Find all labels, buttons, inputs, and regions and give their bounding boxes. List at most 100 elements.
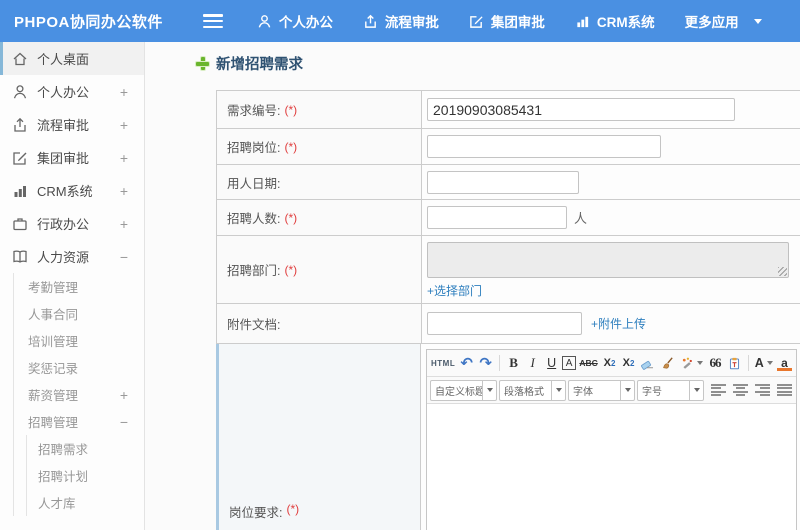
sidebar-item-personal-office[interactable]: 个人办公 + xyxy=(0,75,144,108)
edit-icon xyxy=(469,14,484,29)
field-label: 需求编号: (*) xyxy=(217,91,422,128)
field-value-cell: +选择部门 xyxy=(422,236,800,303)
blockquote-button[interactable]: 66 xyxy=(707,353,724,373)
expand-plus-icon[interactable]: + xyxy=(120,388,128,402)
form-row-recruit-position: 招聘岗位: (*) xyxy=(217,129,800,165)
field-value-cell xyxy=(422,129,800,164)
align-justify-icon[interactable] xyxy=(777,383,792,397)
sidebar-item-personal-desktop[interactable]: 个人桌面 xyxy=(0,42,144,75)
form-row-demand-number: 需求编号: (*) xyxy=(217,91,800,129)
background-color-button[interactable]: a xyxy=(776,353,793,373)
collapse-minus-icon[interactable]: − xyxy=(120,250,128,264)
briefcase-icon xyxy=(13,217,27,230)
add-icon xyxy=(196,57,209,70)
form-row-recruit-count: 招聘人数: (*) 人 xyxy=(217,200,800,236)
editor-content-area[interactable] xyxy=(427,404,796,530)
recruit-position-input[interactable] xyxy=(427,135,661,158)
eraser-icon[interactable] xyxy=(639,353,657,373)
align-left-icon[interactable] xyxy=(711,383,726,397)
field-label: 附件文档: xyxy=(217,304,422,343)
format-brush-icon[interactable] xyxy=(659,353,677,373)
sidebar-item-salary-mgmt[interactable]: 薪资管理 + xyxy=(0,381,144,408)
book-icon xyxy=(13,250,27,263)
top-nav: 个人办公 流程审批 集团审批 CRM系统 更多应用 xyxy=(257,11,762,31)
sidebar-item-human-resources[interactable]: 人力资源 − xyxy=(0,240,144,273)
sidebar-recruitment-submenu: 招聘需求 招聘计划 人才库 xyxy=(0,435,144,516)
upload-icon xyxy=(14,117,26,132)
expand-plus-icon[interactable]: + xyxy=(120,184,128,198)
recruit-count-input[interactable] xyxy=(427,206,567,229)
nav-workflow-approval[interactable]: 流程审批 xyxy=(363,11,439,31)
sidebar-item-training-mgmt[interactable]: 培训管理 xyxy=(0,327,144,354)
sidebar-item-personnel-contract[interactable]: 人事合同 xyxy=(0,300,144,327)
sidebar-item-reward-punishment[interactable]: 奖惩记录 xyxy=(0,354,144,381)
hamburger-menu-icon[interactable] xyxy=(202,14,223,28)
font-family-dropdown[interactable]: 字体 xyxy=(568,379,635,401)
align-center-icon[interactable] xyxy=(733,383,748,397)
custom-title-dropdown[interactable]: 自定义标题 xyxy=(430,379,497,401)
expand-plus-icon[interactable]: + xyxy=(120,85,128,99)
superscript-button[interactable]: X2 xyxy=(601,353,618,373)
form-row-position-requirement: 岗位要求: (*) HTML ↶ ↷ B I U A ABC X 2 X 2 6… xyxy=(216,344,800,530)
field-value-cell: 人 xyxy=(422,200,800,235)
caret-down-icon xyxy=(753,18,762,24)
border-text-button[interactable]: A xyxy=(562,356,577,370)
page-title: 新增招聘需求 xyxy=(216,57,303,73)
employment-date-input[interactable] xyxy=(427,170,579,194)
paragraph-format-dropdown[interactable]: 段落格式 xyxy=(499,379,566,401)
caret-down-icon xyxy=(766,361,773,365)
user-icon xyxy=(13,84,27,98)
caret-down-icon xyxy=(696,361,703,365)
field-label: 招聘人数: (*) xyxy=(217,200,422,235)
sidebar-item-attendance-mgmt[interactable]: 考勤管理 xyxy=(0,273,144,300)
attachment-input[interactable] xyxy=(427,312,582,335)
nav-crm-system[interactable]: CRM系统 xyxy=(575,11,655,31)
paste-icon[interactable] xyxy=(726,353,743,373)
field-label: 招聘部门: (*) xyxy=(217,236,422,303)
bold-button[interactable]: B xyxy=(505,353,522,373)
department-textarea[interactable] xyxy=(427,242,789,278)
top-header: PHPOA协同办公软件 个人办公 流程审批 集团审批 CRM系统 更多应用 xyxy=(0,0,800,42)
font-color-button[interactable]: A xyxy=(753,353,774,373)
select-department-link[interactable]: +选择部门 xyxy=(427,282,482,299)
expand-plus-icon[interactable]: + xyxy=(120,151,128,165)
redo-icon[interactable]: ↷ xyxy=(477,353,494,373)
strikethrough-button[interactable]: ABC xyxy=(578,353,599,373)
caret-down-icon xyxy=(551,380,565,400)
main-content: 新增招聘需求 需求编号:(*) 招聘岗位:(*) xyxy=(146,42,800,530)
html-source-button[interactable]: HTML xyxy=(430,353,456,373)
required-mark: (*) xyxy=(284,210,298,225)
sidebar-item-recruitment-mgmt[interactable]: 招聘管理 − xyxy=(0,408,144,435)
form-row-attachment: 附件文档: +附件上传 xyxy=(217,304,800,344)
sidebar-item-recruitment-demand[interactable]: 招聘需求 xyxy=(0,435,144,462)
collapse-minus-icon[interactable]: − xyxy=(120,415,128,429)
sidebar-item-workflow-approval[interactable]: 流程审批 + xyxy=(0,108,144,141)
sidebar-item-recruitment-plan[interactable]: 招聘计划 xyxy=(0,462,144,489)
unit-suffix: 人 xyxy=(574,211,588,226)
sidebar-item-group-approval[interactable]: 集团审批 + xyxy=(0,141,144,174)
demand-number-input[interactable] xyxy=(427,98,735,121)
italic-button[interactable]: I xyxy=(524,353,541,373)
underline-button[interactable]: U xyxy=(543,353,560,373)
subscript-button[interactable]: X2 xyxy=(620,353,637,373)
nav-group-approval[interactable]: 集团审批 xyxy=(469,11,545,31)
expand-plus-icon[interactable]: + xyxy=(120,118,128,132)
nav-more-apps[interactable]: 更多应用 xyxy=(685,11,762,31)
align-right-icon[interactable] xyxy=(755,383,770,397)
sidebar-item-talent-pool[interactable]: 人才库 xyxy=(0,489,144,516)
color-splash-icon[interactable] xyxy=(679,353,705,373)
field-label: 用人日期: xyxy=(217,165,422,199)
undo-icon[interactable]: ↶ xyxy=(458,353,475,373)
field-label: 招聘岗位: (*) xyxy=(217,129,422,164)
font-size-dropdown[interactable]: 字号 xyxy=(637,379,704,401)
sidebar-item-admin-office[interactable]: 行政办公 + xyxy=(0,207,144,240)
caret-down-icon xyxy=(689,380,703,400)
required-mark: (*) xyxy=(286,502,300,516)
expand-plus-icon[interactable]: + xyxy=(120,217,128,231)
attachment-upload-link[interactable]: +附件上传 xyxy=(591,315,646,332)
nav-personal-office[interactable]: 个人办公 xyxy=(257,11,333,31)
app-window: PHPOA协同办公软件 个人办公 流程审批 集团审批 CRM系统 更多应用 个人… xyxy=(0,0,800,530)
bar-chart-icon xyxy=(575,14,590,29)
sidebar-item-crm-system[interactable]: CRM系统 + xyxy=(0,174,144,207)
editor-toolbar-row-2: 自定义标题 段落格式 字体 字号 xyxy=(427,377,796,404)
